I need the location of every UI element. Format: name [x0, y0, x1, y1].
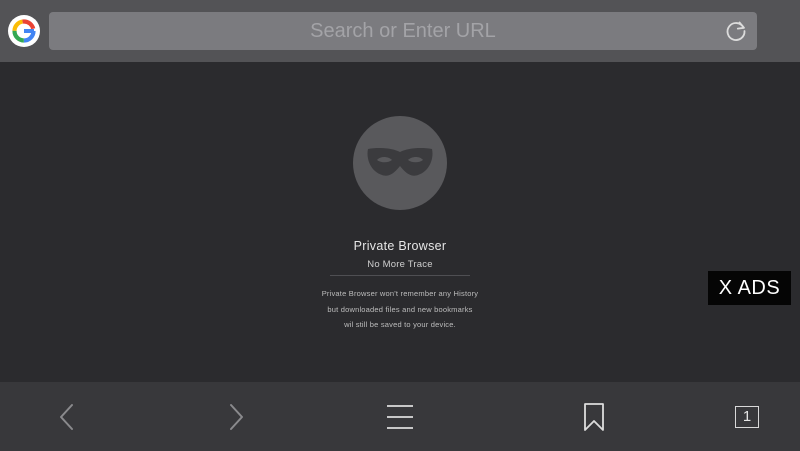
private-browsing-page: Private Browser No More Trace Private Br…	[0, 62, 800, 382]
tabs-button[interactable]: 1	[717, 382, 777, 451]
description-line: wil still be saved to your device.	[344, 320, 456, 329]
page-subtitle: No More Trace	[367, 259, 433, 270]
incognito-mask-icon	[353, 116, 447, 210]
forward-button[interactable]	[206, 382, 266, 451]
bookmark-icon	[584, 402, 604, 431]
page-title: Private Browser	[353, 239, 447, 253]
top-bar	[0, 0, 800, 62]
chevron-right-icon	[230, 403, 243, 430]
description-line: but downloaded files and new bookmarks	[327, 305, 473, 314]
menu-button[interactable]	[370, 382, 430, 451]
chevron-left-icon	[60, 403, 73, 430]
bookmark-button[interactable]	[564, 382, 624, 451]
description-line: Private Browser won't remember any Histo…	[321, 289, 479, 298]
tab-count: 1	[735, 405, 759, 428]
url-bar[interactable]	[49, 12, 757, 50]
search-input[interactable]	[73, 12, 733, 50]
hamburger-menu-icon	[387, 404, 413, 429]
bottom-toolbar: 1	[0, 382, 800, 451]
remove-ads-button[interactable]: X ADS	[708, 271, 791, 305]
divider	[330, 275, 470, 276]
back-button[interactable]	[37, 382, 97, 451]
reload-icon[interactable]	[723, 18, 749, 44]
google-g-icon[interactable]	[8, 15, 40, 47]
